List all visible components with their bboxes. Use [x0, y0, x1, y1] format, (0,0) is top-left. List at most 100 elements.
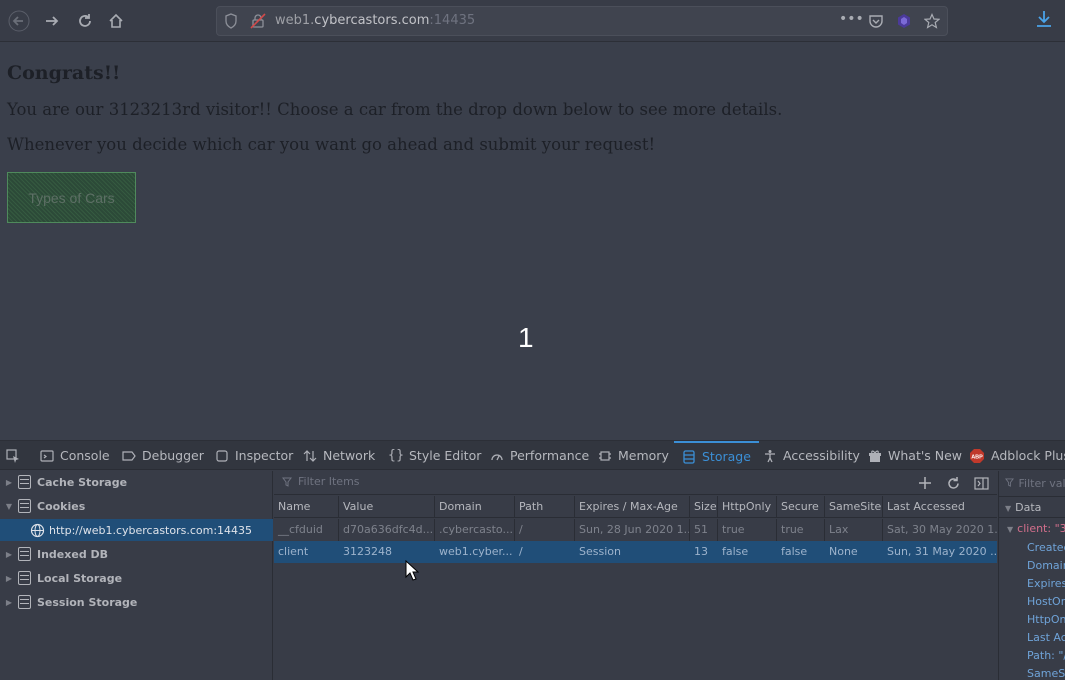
- filter-values-input[interactable]: Filter valu: [1005, 477, 1065, 490]
- column-header-name[interactable]: Name: [274, 496, 339, 518]
- globe-icon: [30, 523, 45, 538]
- data-section-header[interactable]: ▼ Data: [999, 496, 1065, 518]
- downloads-button[interactable]: [1034, 8, 1058, 34]
- cell-domain: .cybercasto...: [435, 519, 515, 541]
- column-header-last-accessed[interactable]: Last Accessed: [883, 496, 997, 518]
- types-of-cars-button[interactable]: Types of Cars: [7, 172, 136, 223]
- page-heading: Congrats!!: [7, 62, 121, 84]
- chip-icon: [598, 449, 612, 463]
- expand-arrow-icon[interactable]: ▶: [2, 478, 16, 487]
- url-bar[interactable]: web1.cybercastors.com:14435 •••: [216, 6, 948, 36]
- back-button[interactable]: [6, 8, 32, 34]
- filter-funnel-icon: [1005, 477, 1015, 490]
- url-text[interactable]: web1.cybercastors.com:14435: [275, 13, 475, 28]
- data-field: HostOn: [1027, 595, 1065, 608]
- data-field: Last Acc: [1027, 631, 1065, 644]
- table-row[interactable]: client 3123248 web1.cyber... / Session 1…: [274, 541, 997, 563]
- toggle-sidebar-button[interactable]: [972, 474, 990, 492]
- column-header-expires[interactable]: Expires / Max-Age: [575, 496, 690, 518]
- cell-value: 3123248: [339, 541, 435, 563]
- forward-arrow-icon: [46, 16, 59, 26]
- home-icon: [109, 13, 123, 28]
- table-row[interactable]: __cfduid d70a636dfc4d... .cybercasto... …: [274, 519, 997, 541]
- submit-message: Whenever you decide which car you want g…: [7, 135, 656, 154]
- console-icon: [40, 449, 54, 463]
- table-header: Name Value Domain Path Expires / Max-Age…: [274, 496, 997, 518]
- shield-icon[interactable]: [224, 13, 240, 29]
- sidebar-item-local-storage[interactable]: ▶ Local Storage: [0, 567, 273, 589]
- bookmark-star-icon[interactable]: [923, 13, 941, 29]
- cell-samesite: Lax: [825, 519, 883, 541]
- data-field: SameSi: [1027, 667, 1065, 680]
- filter-bar: Filter Items: [274, 471, 997, 495]
- tab-network[interactable]: Network: [303, 441, 375, 470]
- more-dots-icon[interactable]: •••: [839, 11, 864, 27]
- braces-icon: {}: [387, 448, 405, 463]
- overlay-number: 1: [518, 322, 534, 353]
- column-header-httponly[interactable]: HttpOnly: [718, 496, 777, 518]
- browser-toolbar: web1.cybercastors.com:14435 •••: [0, 0, 1065, 42]
- storage-sidebar: ▶ Cache Storage ▼ Cookies http://web1.cybe…: [0, 471, 273, 680]
- tab-console[interactable]: Console: [40, 441, 110, 470]
- tab-style-editor[interactable]: {} Style Editor: [387, 441, 482, 470]
- home-button[interactable]: [103, 8, 129, 34]
- expand-arrow-icon[interactable]: ▶: [2, 574, 16, 583]
- element-picker-button[interactable]: [6, 441, 26, 470]
- picker-icon: [6, 448, 20, 463]
- sidebar-item-cache-storage[interactable]: ▶ Cache Storage: [0, 471, 273, 493]
- tab-debugger[interactable]: Debugger: [122, 441, 204, 470]
- tab-memory[interactable]: Memory: [598, 441, 669, 470]
- collapse-arrow-icon[interactable]: ▼: [2, 502, 16, 511]
- debugger-icon: [122, 449, 136, 463]
- expand-arrow-icon[interactable]: ▶: [2, 550, 16, 559]
- person-icon: [763, 449, 777, 463]
- tab-inspector[interactable]: Inspector: [215, 441, 293, 470]
- extension-hex-icon[interactable]: [896, 13, 912, 29]
- pocket-icon[interactable]: [868, 13, 884, 29]
- forward-button[interactable]: [39, 8, 65, 34]
- cell-domain: web1.cyber...: [435, 541, 515, 563]
- insecure-lock-icon[interactable]: [250, 13, 266, 29]
- cell-path: /: [515, 541, 575, 563]
- data-field: Created: [1027, 541, 1065, 554]
- cell-path: /: [515, 519, 575, 541]
- column-header-samesite[interactable]: SameSite: [825, 496, 883, 518]
- tab-adblock-plus[interactable]: ABP Adblock Plus: [969, 441, 1065, 470]
- tab-accessibility[interactable]: Accessibility: [763, 441, 860, 470]
- expand-arrow-icon[interactable]: ▶: [2, 598, 16, 607]
- filter-items-input[interactable]: Filter Items: [282, 475, 360, 488]
- cookies-table: Filter Items Name Value Domain Path Expi…: [274, 471, 997, 680]
- column-header-domain[interactable]: Domain: [435, 496, 515, 518]
- cookie-data-panel: Filter valu ▼Data ▼client: "3 Created Do…: [998, 471, 1065, 680]
- column-header-value[interactable]: Value: [339, 496, 435, 518]
- cell-secure: false: [777, 541, 825, 563]
- cell-httponly: true: [718, 519, 777, 541]
- add-item-button[interactable]: [916, 474, 934, 492]
- column-header-secure[interactable]: Secure: [777, 496, 825, 518]
- reload-button[interactable]: [72, 8, 98, 34]
- cell-expires: Session: [575, 541, 690, 563]
- sidebar-item-session-storage[interactable]: ▶ Session Storage: [0, 591, 273, 613]
- inspector-icon: [215, 449, 229, 463]
- cell-value: d70a636dfc4d...: [339, 519, 435, 541]
- network-icon: [303, 449, 317, 463]
- data-field: Expires: [1027, 577, 1065, 590]
- data-field: HttpOn: [1027, 613, 1065, 626]
- svg-text:ABP: ABP: [971, 454, 983, 460]
- visitor-message: You are our 3123213rd visitor!! Choose a…: [7, 100, 783, 119]
- storage-db-icon: [18, 547, 31, 561]
- column-header-path[interactable]: Path: [515, 496, 575, 518]
- refresh-items-button[interactable]: [944, 474, 962, 492]
- sidebar-item-cookie-origin[interactable]: http://web1.cybercastors.com:14435: [0, 519, 273, 541]
- tab-whats-new[interactable]: What's New: [868, 441, 962, 470]
- storage-icon: [682, 449, 696, 464]
- column-header-size[interactable]: Size: [690, 496, 718, 518]
- back-arrow-icon: [8, 10, 30, 32]
- tab-storage[interactable]: Storage: [674, 441, 759, 470]
- cell-httponly: false: [718, 541, 777, 563]
- sidebar-item-cookies[interactable]: ▼ Cookies: [0, 495, 273, 517]
- tab-performance[interactable]: Performance: [490, 441, 589, 470]
- data-key[interactable]: ▼ client: "3: [1007, 522, 1065, 535]
- cell-last-accessed: Sat, 30 May 2020 1...: [887, 523, 997, 536]
- sidebar-item-indexed-db[interactable]: ▶ Indexed DB: [0, 543, 273, 565]
